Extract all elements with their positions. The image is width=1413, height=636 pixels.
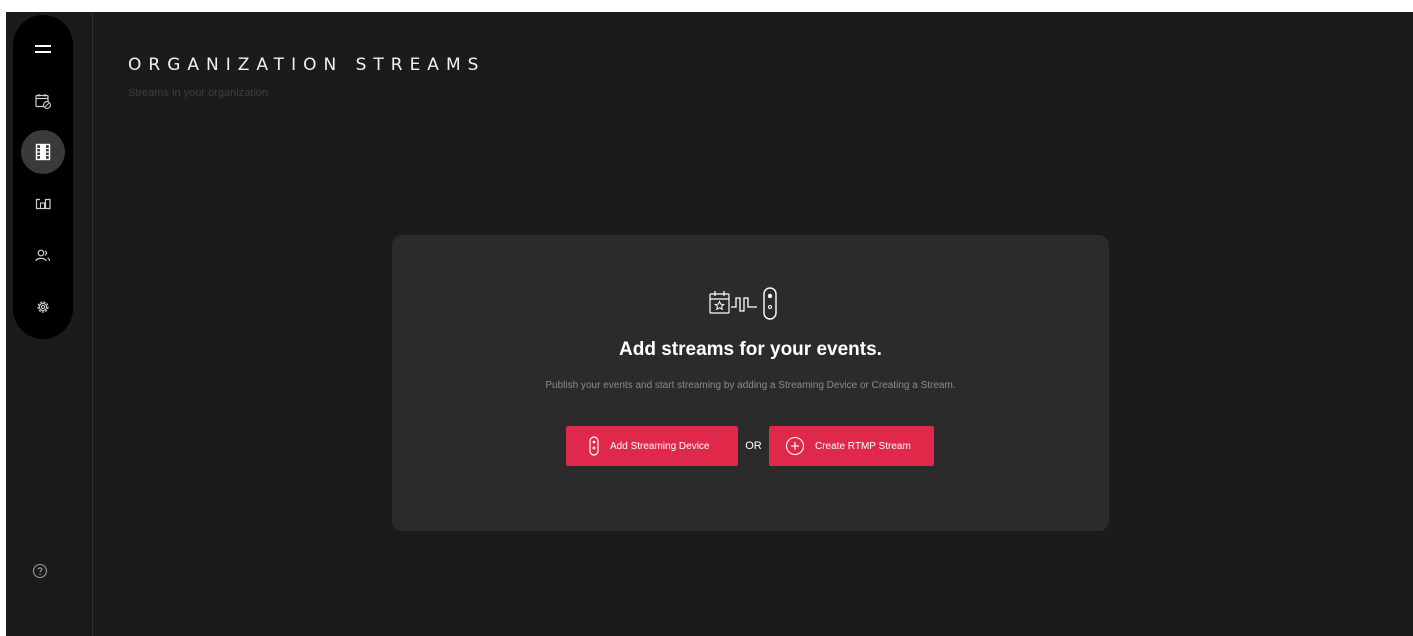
add-streaming-device-button[interactable]: Add Streaming Device (566, 426, 738, 466)
menu-icon (35, 45, 51, 53)
sidebar-item-streams[interactable] (21, 130, 65, 174)
sidebar-item-devices[interactable] (21, 182, 65, 226)
sidebar (6, 12, 93, 636)
calendar-signal-device-icon (709, 287, 777, 320)
gear-icon (37, 301, 49, 313)
sidebar-item-users[interactable] (21, 234, 65, 278)
create-rtmp-stream-button[interactable]: Create RTMP Stream (769, 426, 934, 466)
empty-state-description: Publish your events and start streaming … (545, 380, 956, 391)
sidebar-pill (13, 15, 73, 339)
plus-circle-icon (785, 436, 805, 456)
help-icon (32, 563, 48, 579)
create-rtmp-stream-label: Create RTMP Stream (815, 440, 911, 452)
empty-state-title: Add streams for your events. (619, 339, 882, 360)
empty-state-card: Add streams for your events. Publish you… (392, 235, 1109, 531)
app-window: ORGANIZATION STREAMS Streams in your org… (6, 12, 1413, 636)
streaming-device-icon (589, 436, 599, 456)
or-label: OR (745, 440, 762, 452)
sidebar-item-settings[interactable] (21, 285, 65, 329)
users-icon (35, 249, 51, 262)
help-button[interactable] (26, 557, 54, 585)
add-streaming-device-label: Add Streaming Device (610, 440, 710, 452)
devices-icon (35, 198, 51, 210)
film-icon (35, 143, 51, 161)
page-title: ORGANIZATION STREAMS (128, 55, 486, 75)
menu-button[interactable] (21, 27, 65, 71)
empty-state-actions: Add Streaming Device OR Create RTMP Stre… (566, 426, 934, 466)
page-subtitle: Streams in your organization (128, 87, 269, 99)
sidebar-item-events[interactable] (21, 79, 65, 123)
calendar-icon (35, 94, 51, 109)
